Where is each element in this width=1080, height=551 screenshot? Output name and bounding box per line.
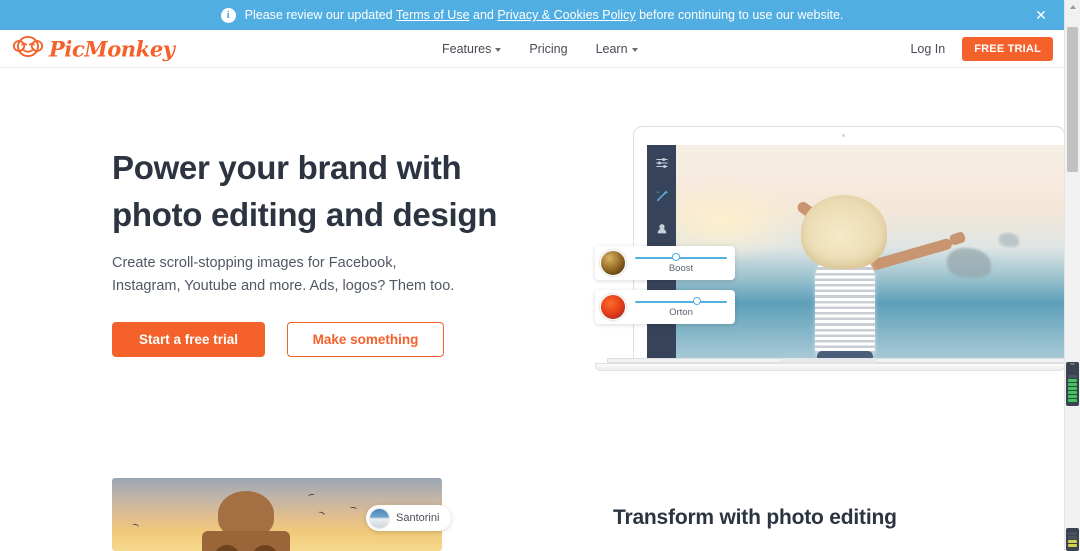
nav-item-pricing[interactable]: Pricing: [529, 42, 567, 56]
filter-label-boost: Boost: [668, 263, 694, 274]
nav-item-features[interactable]: Features: [442, 41, 502, 56]
bird-icon: [349, 506, 358, 512]
battery-cell: [1068, 395, 1077, 398]
woman-figure: [757, 175, 967, 358]
banner-message: Please review our updated Terms of Use a…: [245, 8, 844, 22]
battery-cell: [1068, 540, 1077, 543]
filter-card-boost[interactable]: Boost: [595, 246, 735, 280]
straw-hat: [801, 195, 887, 269]
terms-of-use-link[interactable]: Terms of Use: [396, 8, 470, 22]
monkey-face-icon: [12, 35, 44, 62]
start-free-trial-button[interactable]: Start a free trial: [112, 322, 265, 357]
effects-wand-icon[interactable]: [653, 187, 671, 205]
nav-label-learn: Learn: [595, 41, 628, 56]
battery-indicator-widget: [1066, 362, 1079, 406]
battery-cell: [1068, 391, 1077, 394]
vertical-scrollbar[interactable]: [1064, 0, 1080, 551]
dome-body: [202, 531, 290, 551]
right-hand: [948, 230, 967, 247]
hero-subtitle-line-2: Instagram, Youtube and more. Ads, logos?…: [112, 278, 455, 295]
section-heading-transform: Transform with photo editing: [613, 506, 897, 529]
scrollbar-thumb[interactable]: [1067, 26, 1078, 172]
nav-label-pricing: Pricing: [529, 41, 568, 56]
nav-actions: Log In FREE TRIAL: [910, 36, 1053, 61]
boost-slider[interactable]: Boost: [635, 250, 727, 276]
page-title: Power your brand with photo editing and …: [112, 145, 532, 239]
nav-item-learn[interactable]: Learn: [596, 42, 638, 56]
cookie-policy-banner: i Please review our updated Terms of Use…: [0, 0, 1064, 30]
close-icon[interactable]: ✕: [1032, 6, 1050, 24]
battery-cell: [1068, 536, 1077, 539]
bird-icon: [317, 510, 326, 518]
make-something-button[interactable]: Make something: [287, 322, 444, 357]
filter-label-orton: Orton: [669, 307, 693, 318]
rock-shape: [999, 233, 1019, 247]
slider-track: [635, 301, 727, 303]
battery-cell: [1068, 399, 1077, 402]
scroll-up-icon[interactable]: [1065, 0, 1080, 14]
filter-thumbnail-boost: [600, 250, 626, 276]
battery-cell: [1068, 532, 1077, 535]
slider-track: [635, 257, 727, 259]
browser-page: i Please review our updated Terms of Use…: [0, 0, 1080, 551]
hero-subtitle-line-1: Create scroll-stopping images for Facebo…: [112, 254, 397, 271]
battery-cell: [1068, 375, 1077, 378]
filter-card-orton[interactable]: Orton: [595, 290, 735, 324]
battery-cell: [1068, 387, 1077, 390]
bird-icon: [307, 493, 316, 499]
nav-label-features: Features: [442, 41, 492, 56]
hero-title-line-2: photo editing and design: [112, 195, 498, 233]
jeans: [817, 351, 873, 358]
top-navigation-bar: PicMonkey Features Pricing Learn Log In …: [0, 30, 1064, 68]
log-in-link[interactable]: Log In: [910, 42, 945, 56]
filter-thumbnail-orton: [600, 294, 626, 320]
info-icon: i: [220, 7, 236, 23]
slider-knob[interactable]: [692, 297, 701, 305]
hero-cta-group: Start a free trial Make something: [112, 322, 444, 357]
battery-indicator-widget: [1066, 528, 1079, 551]
banner-content: i Please review our updated Terms of Use…: [220, 7, 844, 23]
banner-text-before: Please review our updated: [244, 8, 396, 22]
battery-cell: [1068, 544, 1077, 547]
filter-pill-santorini[interactable]: Santorini: [366, 505, 452, 531]
adjustments-icon[interactable]: [653, 154, 671, 172]
slider-knob[interactable]: [672, 253, 681, 261]
filter-label-santorini: Santorini: [396, 512, 440, 524]
bird-icon: [131, 523, 140, 529]
dome-arch: [252, 545, 278, 551]
filter-thumbnail-santorini: [370, 508, 389, 528]
free-trial-button[interactable]: FREE TRIAL: [962, 36, 1053, 61]
battery-cell: [1068, 379, 1077, 382]
hero-subtitle: Create scroll-stopping images for Facebo…: [112, 252, 462, 299]
laptop-camera-icon: [842, 134, 845, 137]
laptop-base: [595, 363, 1064, 371]
laptop-mockup: Tt Boost Ort: [595, 126, 1064, 376]
hero-title-line-1: Power your brand with: [112, 149, 462, 186]
nav-links: Features Pricing Learn: [442, 42, 638, 56]
temple-dome: [198, 491, 294, 551]
page-viewport: i Please review our updated Terms of Use…: [0, 0, 1064, 551]
dome-arch: [214, 545, 240, 551]
privacy-cookies-policy-link[interactable]: Privacy & Cookies Policy: [497, 8, 635, 22]
banner-text-after: before continuing to use our website.: [635, 8, 844, 22]
hero-text-block: Power your brand with photo editing and …: [112, 145, 532, 299]
chevron-down-icon: [495, 47, 502, 52]
picmonkey-logo[interactable]: PicMonkey: [12, 35, 175, 62]
chevron-down-icon: [631, 47, 638, 52]
touch-up-portrait-icon[interactable]: [653, 220, 671, 238]
battery-cell: [1068, 383, 1077, 386]
logo-wordmark: PicMonkey: [49, 36, 175, 61]
orton-slider[interactable]: Orton: [635, 294, 727, 320]
banner-text-middle: and: [469, 8, 498, 22]
